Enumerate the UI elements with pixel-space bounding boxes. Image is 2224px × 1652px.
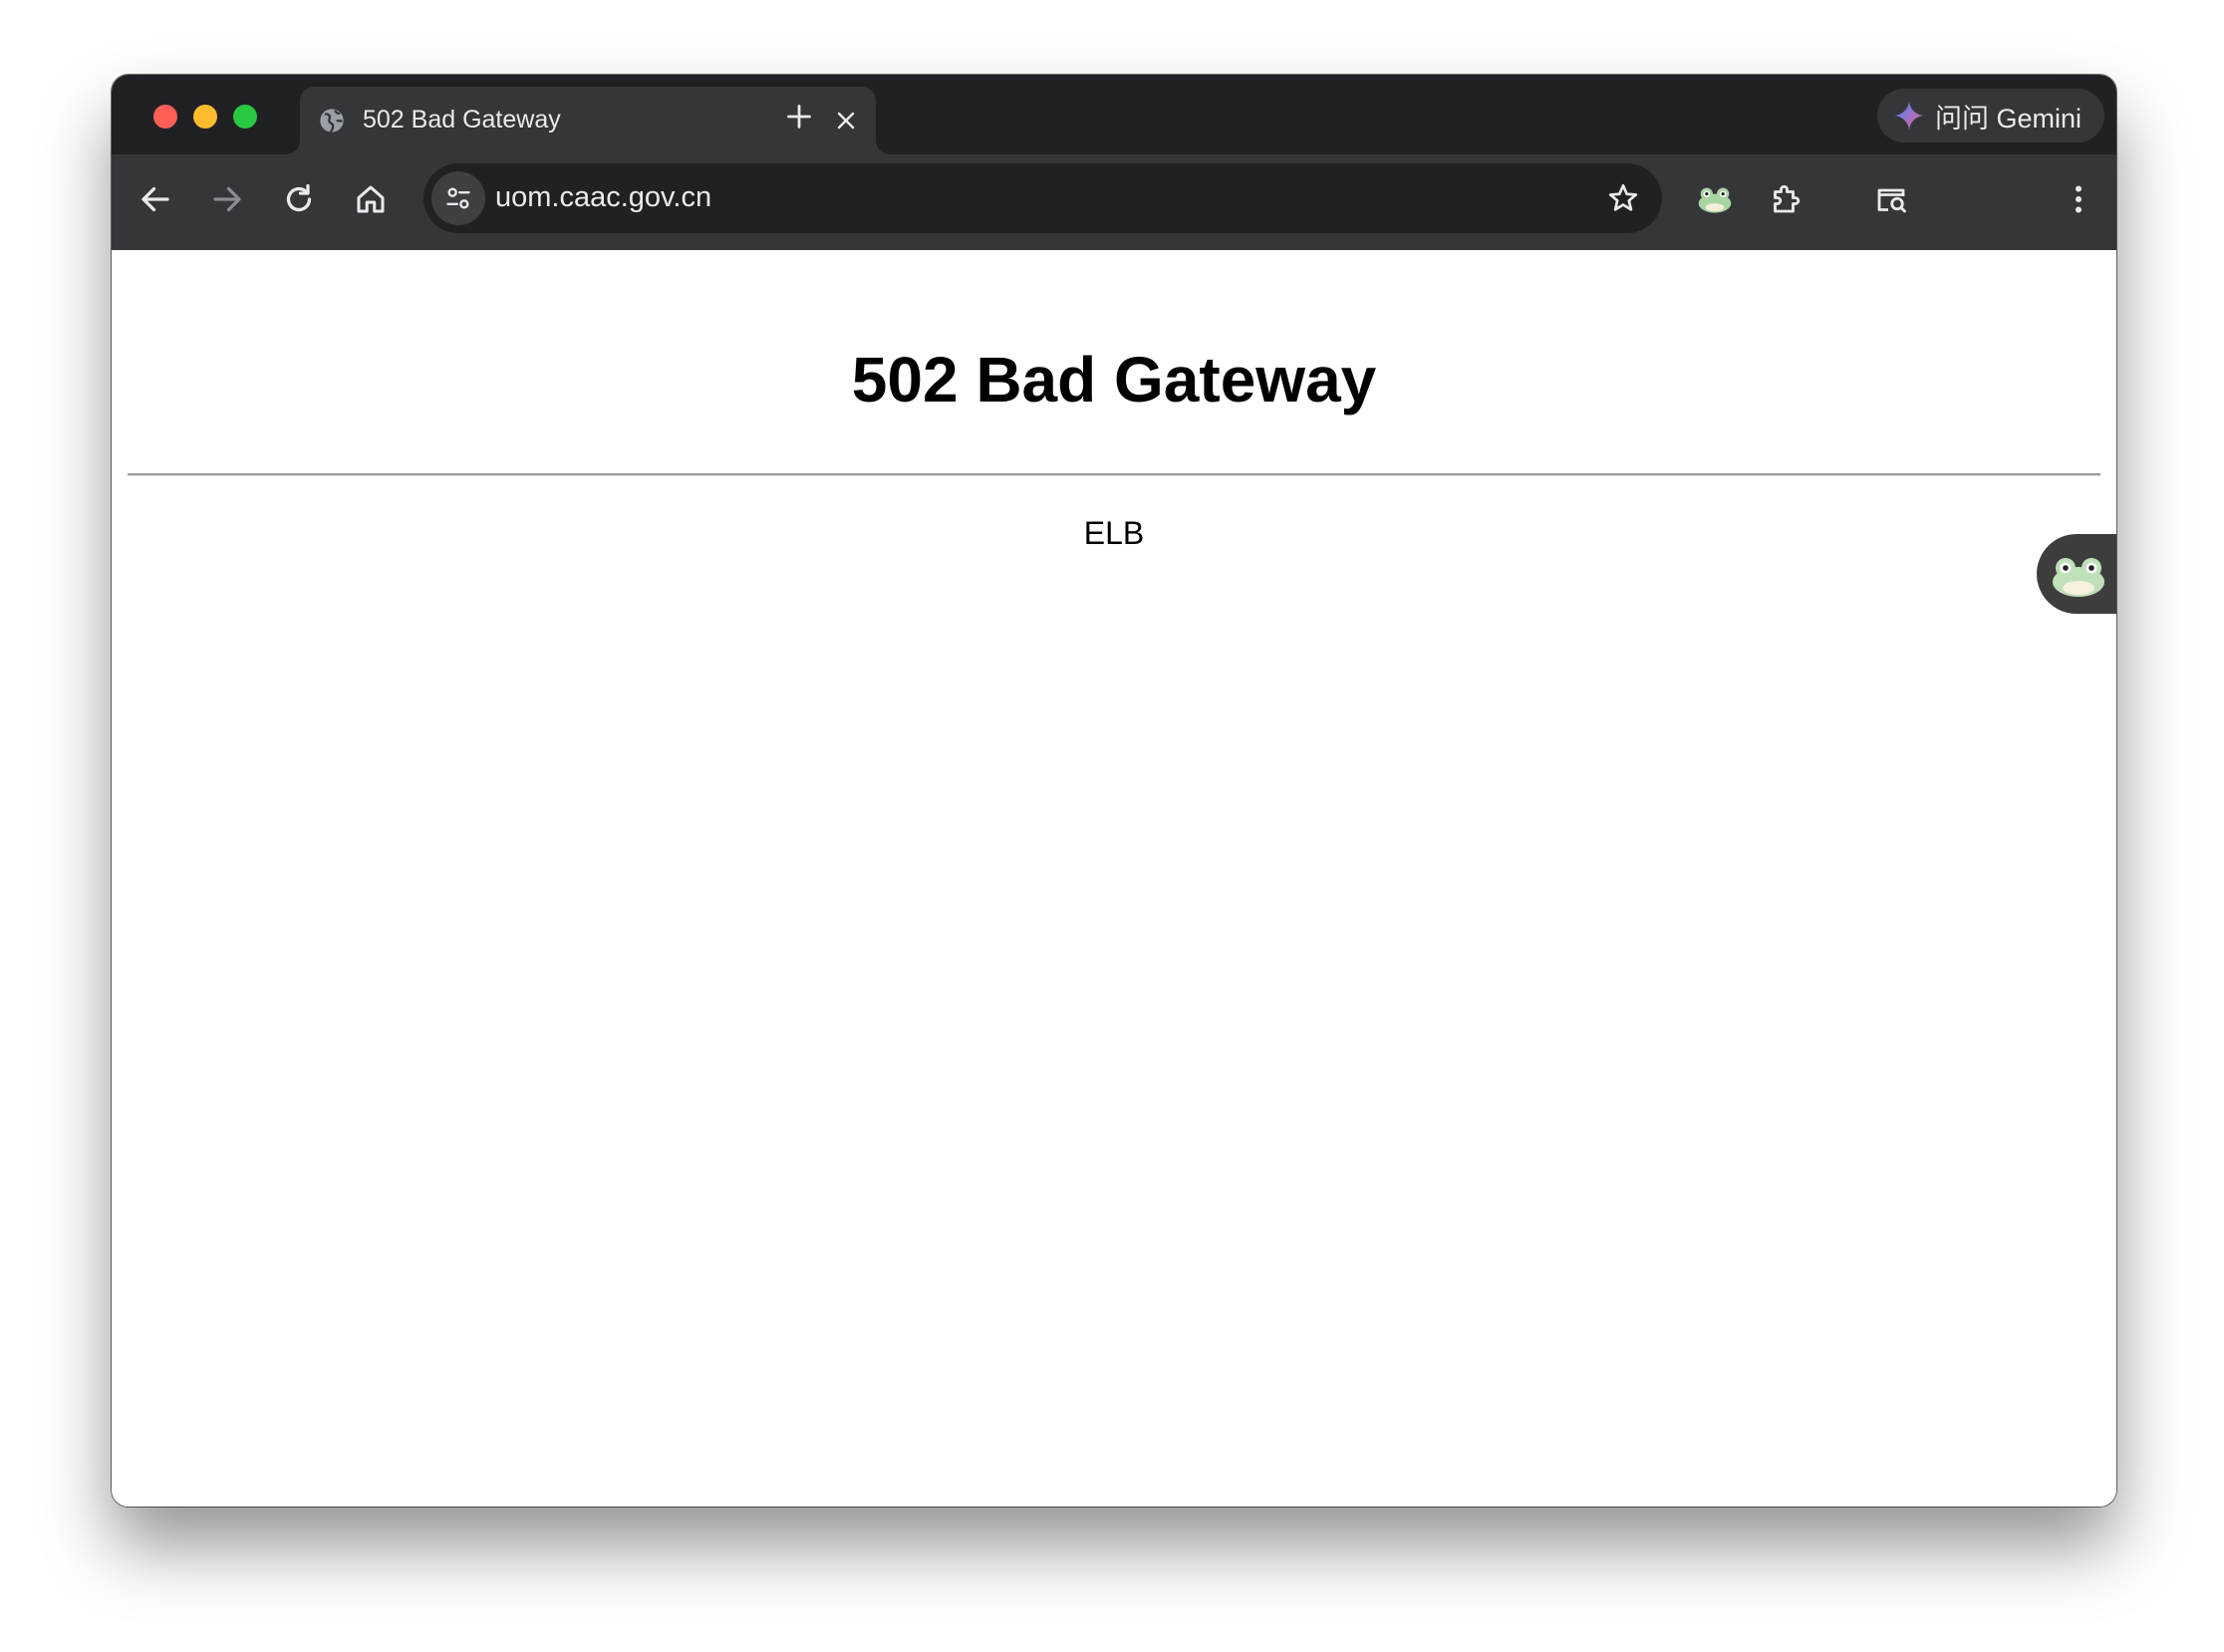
url-text[interactable]: uom.caac.gov.cn: [495, 181, 711, 214]
new-tab-icon[interactable]: [785, 103, 813, 131]
maximize-window-button[interactable]: [233, 105, 257, 129]
frog-side-widget[interactable]: [2037, 534, 2116, 614]
error-heading: 502 Bad Gateway: [851, 344, 1377, 415]
site-info-button[interactable]: [431, 171, 485, 225]
close-window-button[interactable]: [153, 105, 177, 129]
gemini-button[interactable]: 问问 Gemini: [1877, 89, 2104, 142]
horizontal-rule: [128, 473, 2100, 476]
frog-extension-icon[interactable]: [1696, 182, 1734, 216]
home-icon[interactable]: [353, 181, 389, 217]
back-icon[interactable]: [138, 181, 173, 217]
frog-icon: [2053, 558, 2104, 597]
gemini-sparkle-icon: [1894, 101, 1924, 131]
page-content: 502 Bad Gateway ELB: [112, 250, 2116, 1507]
tab-strip: 502 Bad Gateway 问问 Gemini: [112, 75, 2116, 154]
reload-icon[interactable]: [281, 181, 317, 217]
forward-icon[interactable]: [209, 181, 245, 217]
minimize-window-button[interactable]: [193, 105, 217, 129]
gemini-label: 问问 Gemini: [1935, 103, 2083, 134]
puzzle-icon[interactable]: [1768, 181, 1804, 217]
close-tab-icon[interactable]: [834, 109, 858, 133]
browser-window: 502 Bad Gateway 问问 Gemini uom.caac.gov.c…: [112, 75, 2116, 1507]
more-menu-icon[interactable]: [2061, 181, 2096, 217]
search-tab-icon[interactable]: [1873, 181, 1909, 217]
globe-icon: [320, 109, 344, 133]
tune-icon: [446, 187, 470, 209]
bookmark-star-icon[interactable]: [1606, 181, 1640, 215]
tab-title: 502 Bad Gateway: [363, 106, 561, 134]
server-name: ELB: [1083, 515, 1145, 551]
address-bar[interactable]: uom.caac.gov.cn: [423, 163, 1662, 233]
